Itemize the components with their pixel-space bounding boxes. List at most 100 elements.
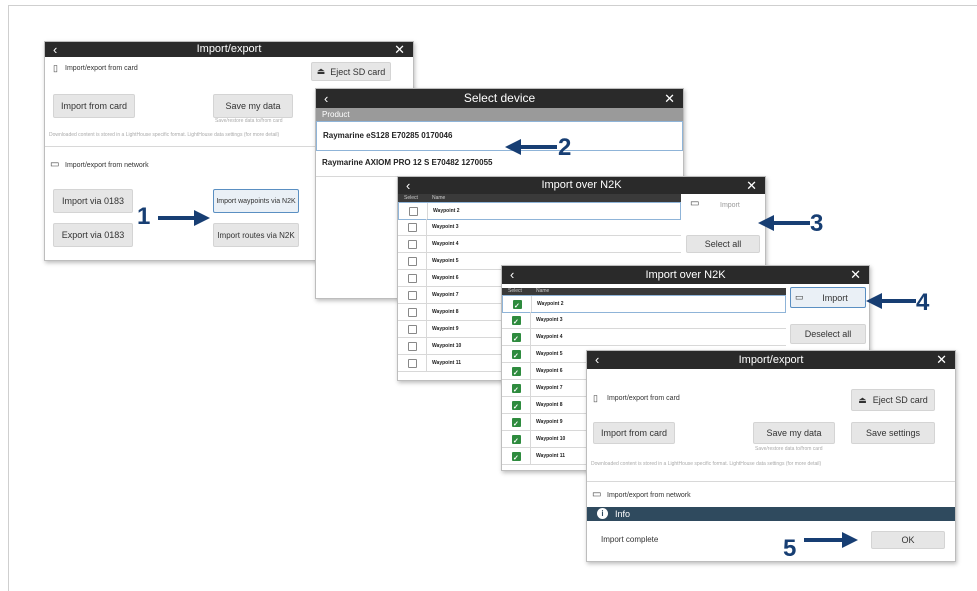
import-waypoints-n2k-button[interactable]: Import waypoints via N2K <box>213 189 299 213</box>
title-bar: ‹ Import over N2K ✕ <box>502 266 869 284</box>
step-1-label: 1 <box>137 203 151 230</box>
waypoint-name: Waypoint 4 <box>432 241 459 247</box>
card-icon: ▯ <box>593 393 598 403</box>
select-checkbox[interactable] <box>512 383 521 399</box>
select-checkbox[interactable] <box>408 257 417 266</box>
waypoint-row[interactable]: Waypoint 4 <box>502 329 786 348</box>
close-icon[interactable]: ✕ <box>664 89 675 108</box>
select-checkbox[interactable] <box>512 366 521 382</box>
column-separator <box>426 304 427 320</box>
back-icon[interactable]: ‹ <box>510 266 514 284</box>
waypoint-name: Waypoint 2 <box>537 301 564 307</box>
close-icon[interactable]: ✕ <box>746 177 757 194</box>
step-5-label: 5 <box>783 535 797 562</box>
col-select: Select <box>404 195 418 201</box>
select-checkbox[interactable] <box>409 207 418 216</box>
select-checkbox[interactable] <box>513 299 522 315</box>
eject-sd-button[interactable]: ⏏ Eject SD card <box>851 389 935 411</box>
column-separator <box>530 431 531 447</box>
back-icon[interactable]: ‹ <box>595 351 599 369</box>
back-icon[interactable]: ‹ <box>53 42 57 57</box>
close-icon[interactable]: ✕ <box>936 351 947 369</box>
card-icon: ▯ <box>53 63 58 73</box>
list-header: Select Name <box>398 194 681 202</box>
waypoint-name: Waypoint 11 <box>536 453 565 459</box>
device-row[interactable]: Raymarine eS128 E70285 0170046 <box>316 121 683 151</box>
save-my-data-button[interactable]: Save my data <box>213 94 293 118</box>
import-label-disabled: Import <box>720 202 740 209</box>
waypoint-row[interactable]: Waypoint 2 <box>398 202 681 220</box>
close-icon[interactable]: ✕ <box>394 42 405 57</box>
select-checkbox[interactable] <box>512 451 521 467</box>
step-2-arrow <box>505 139 557 155</box>
title-bar: ‹ Import/export ✕ <box>45 42 413 57</box>
waypoint-row[interactable]: Waypoint 2 <box>502 295 786 315</box>
waypoint-name: Waypoint 8 <box>536 402 563 408</box>
column-separator <box>426 219 427 235</box>
import-from-card-button[interactable]: Import from card <box>53 94 135 118</box>
waypoint-row[interactable]: Waypoint 3 <box>398 219 681 236</box>
waypoint-name: Waypoint 9 <box>432 326 459 332</box>
import-routes-n2k-button[interactable]: Import routes via N2K <box>213 223 299 247</box>
panel-title: Import over N2K <box>645 269 726 281</box>
column-separator <box>530 363 531 379</box>
import-via-0183-button[interactable]: Import via 0183 <box>53 189 133 213</box>
select-checkbox[interactable] <box>408 359 417 368</box>
import-button[interactable]: ▭ Import <box>790 287 866 308</box>
import-from-card-button[interactable]: Import from card <box>593 422 675 444</box>
waypoint-row[interactable]: Waypoint 4 <box>398 236 681 253</box>
device-row[interactable]: Raymarine AXIOM PRO 12 S E70482 1270055 <box>316 150 683 177</box>
close-icon[interactable]: ✕ <box>850 266 861 284</box>
info-note: Downloaded content is stored in a LightH… <box>49 132 280 138</box>
eject-sd-button[interactable]: ⏏ Eject SD card <box>311 62 391 81</box>
waypoint-name: Waypoint 10 <box>536 436 566 442</box>
back-icon[interactable]: ‹ <box>406 177 410 194</box>
network-section-label: Import/export from network <box>607 492 691 499</box>
select-checkbox[interactable] <box>408 223 417 232</box>
select-checkbox[interactable] <box>512 400 521 416</box>
card-section-label: Import/export from card <box>607 395 680 402</box>
network-icon: ▭ <box>690 198 700 209</box>
back-icon[interactable]: ‹ <box>324 89 328 108</box>
panel-title: Select device <box>463 91 536 105</box>
waypoint-row[interactable]: Waypoint 3 <box>502 312 786 331</box>
title-bar: ‹ Import/export ✕ <box>587 351 955 369</box>
select-checkbox[interactable] <box>512 349 521 365</box>
waypoint-name: Waypoint 11 <box>432 360 461 366</box>
select-checkbox[interactable] <box>408 240 417 249</box>
step-4-arrow <box>866 293 916 309</box>
save-sub-label: Save/restore data to/from card <box>755 446 823 452</box>
waypoint-name: Waypoint 8 <box>432 309 459 315</box>
title-bar: ‹ Import over N2K ✕ <box>398 177 765 194</box>
select-all-button[interactable]: Select all <box>686 235 760 253</box>
deselect-all-button[interactable]: Deselect all <box>790 324 866 344</box>
select-checkbox[interactable] <box>408 342 417 351</box>
network-icon: ▭ <box>592 489 602 500</box>
export-via-0183-button[interactable]: Export via 0183 <box>53 223 133 247</box>
waypoint-name: Waypoint 7 <box>432 292 459 298</box>
select-checkbox[interactable] <box>408 291 417 300</box>
ok-button[interactable]: OK <box>871 531 945 549</box>
column-separator <box>530 380 531 396</box>
save-sub-label: Save/restore data to/from card <box>215 118 283 124</box>
column-separator <box>530 312 531 328</box>
select-checkbox[interactable] <box>512 434 521 450</box>
column-separator <box>426 355 427 371</box>
select-checkbox[interactable] <box>408 325 417 334</box>
select-checkbox[interactable] <box>512 315 521 331</box>
eject-icon: ⏏ <box>316 66 326 76</box>
select-checkbox[interactable] <box>512 332 521 348</box>
step-2-label: 2 <box>558 134 572 161</box>
network-icon: ▭ <box>795 292 804 302</box>
column-separator <box>426 236 427 252</box>
waypoint-name: Waypoint 2 <box>433 208 460 214</box>
column-separator <box>426 338 427 354</box>
column-separator <box>427 203 428 219</box>
col-name: Name <box>536 288 550 294</box>
column-separator <box>426 287 427 303</box>
select-checkbox[interactable] <box>512 417 521 433</box>
save-my-data-button[interactable]: Save my data <box>753 422 835 444</box>
select-checkbox[interactable] <box>408 274 417 283</box>
save-settings-button[interactable]: Save settings <box>851 422 935 444</box>
select-checkbox[interactable] <box>408 308 417 317</box>
